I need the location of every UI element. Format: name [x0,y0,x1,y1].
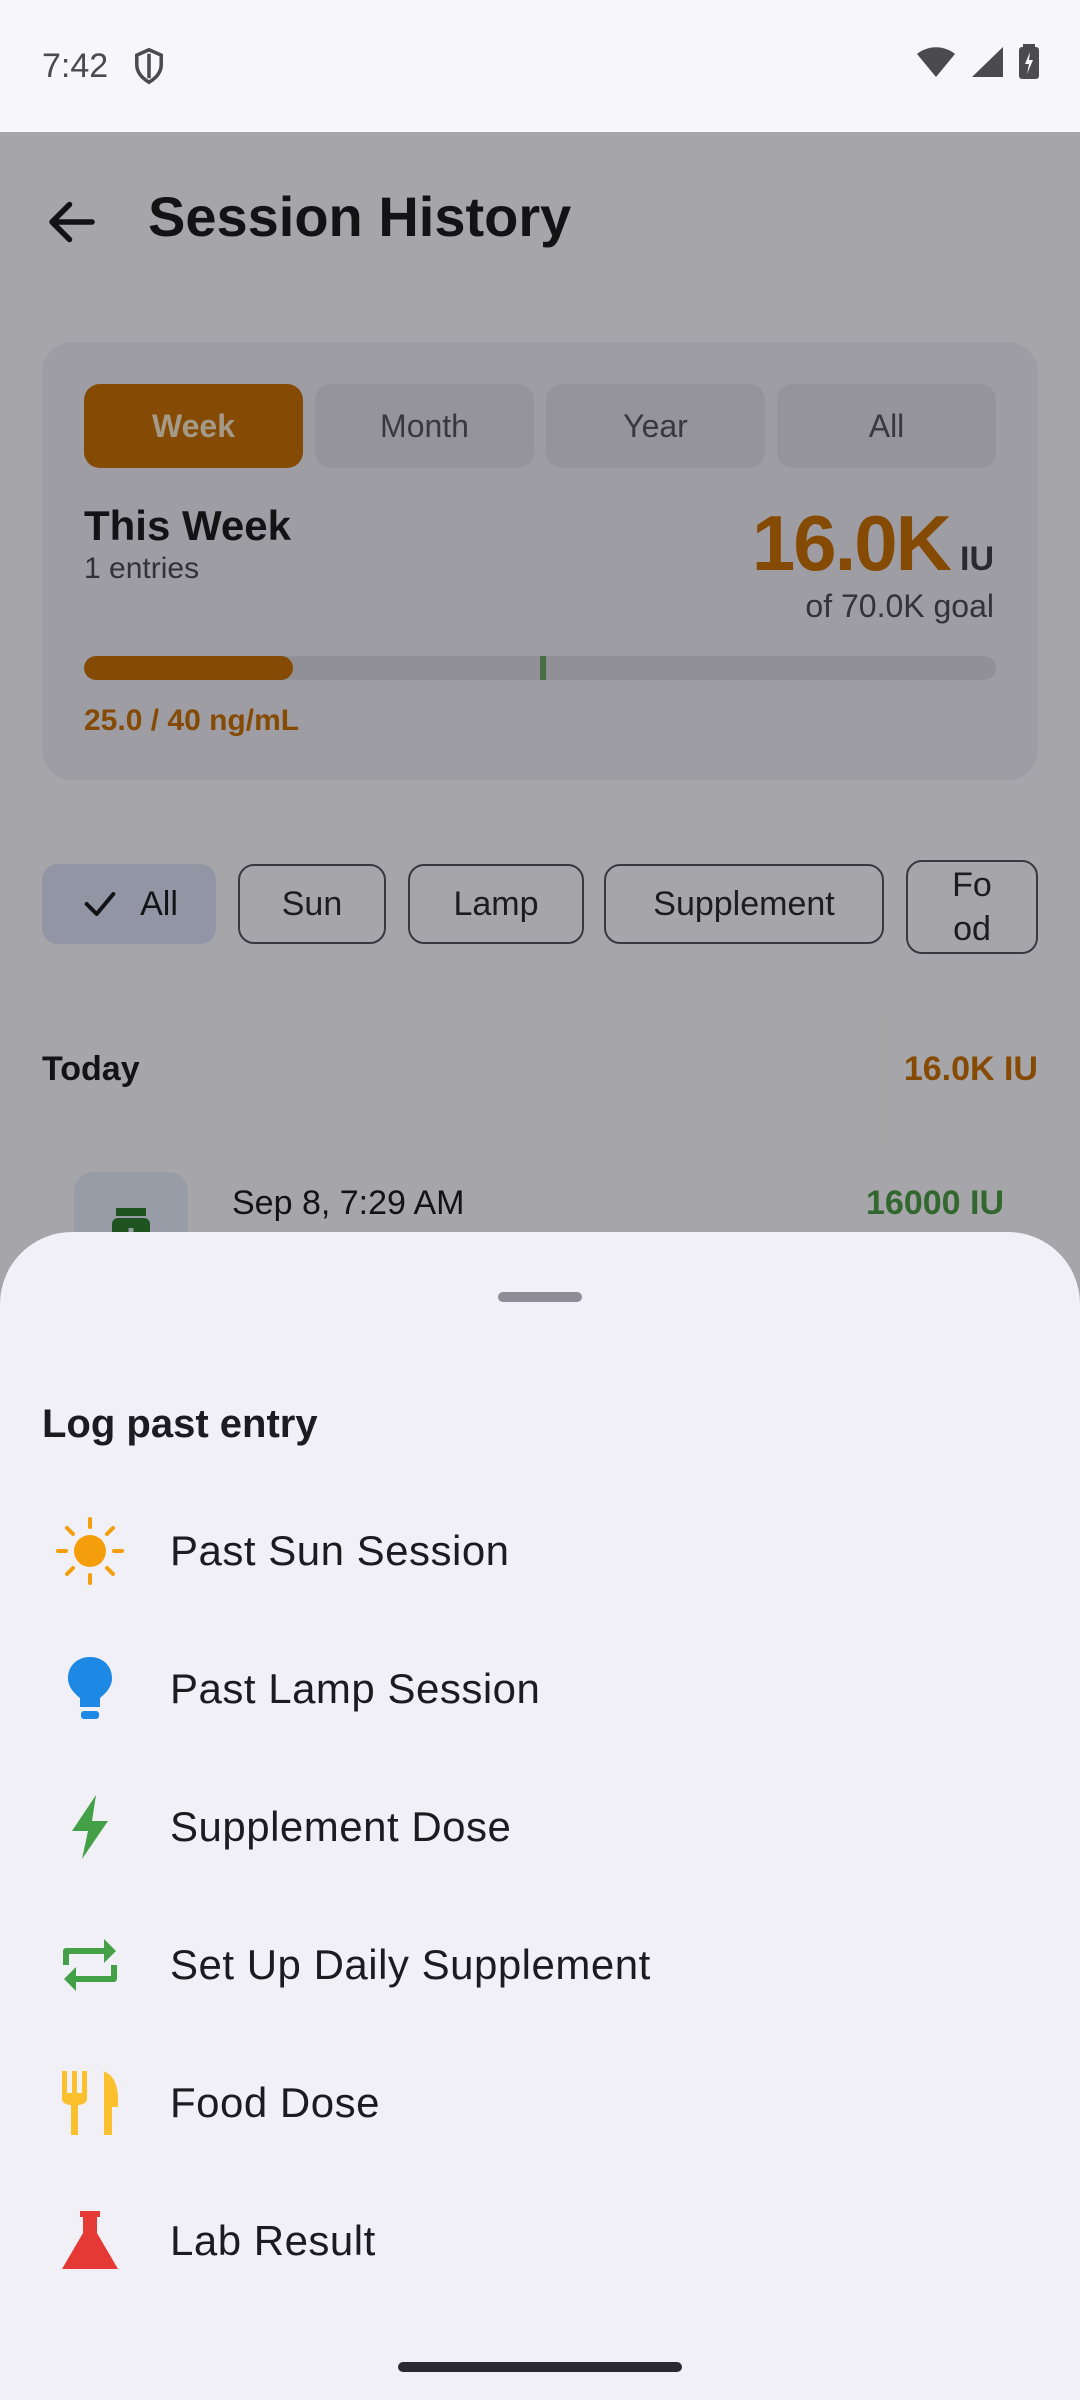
flask-icon [54,2205,126,2277]
status-time: 7:42 [42,46,109,85]
option-label: Food Dose [170,2079,380,2126]
lightbulb-icon [54,1653,126,1725]
log-entry-bottom-sheet: Log past entry Past Sun Session Past Lam… [0,1232,1080,2400]
bolt-icon [54,1791,126,1863]
repeat-icon [54,1929,126,2001]
option-label: Set Up Daily Supplement [170,1941,651,1988]
utensils-icon [54,2067,126,2139]
drag-handle[interactable] [498,1292,582,1302]
option-set-up-daily-supplement[interactable]: Set Up Daily Supplement [0,1896,1080,2034]
option-label: Supplement Dose [170,1803,512,1850]
gesture-nav-bar[interactable] [398,2362,682,2372]
wifi-icon [917,47,955,77]
option-food-dose[interactable]: Food Dose [0,2034,1080,2172]
signal-icon [972,47,1003,77]
option-lab-result[interactable]: Lab Result [0,2172,1080,2310]
status-bar: 7:42 [0,0,1080,132]
option-label: Past Lamp Session [170,1665,541,1712]
option-label: Lab Result [170,2217,376,2264]
battery-icon [1019,44,1039,79]
shield-icon [135,47,164,85]
option-label: Past Sun Session [170,1527,510,1574]
sun-icon [54,1515,126,1587]
option-past-lamp-session[interactable]: Past Lamp Session [0,1620,1080,1758]
option-supplement-dose[interactable]: Supplement Dose [0,1758,1080,1896]
option-past-sun-session[interactable]: Past Sun Session [0,1482,1080,1620]
sheet-title: Log past entry [42,1402,318,1446]
